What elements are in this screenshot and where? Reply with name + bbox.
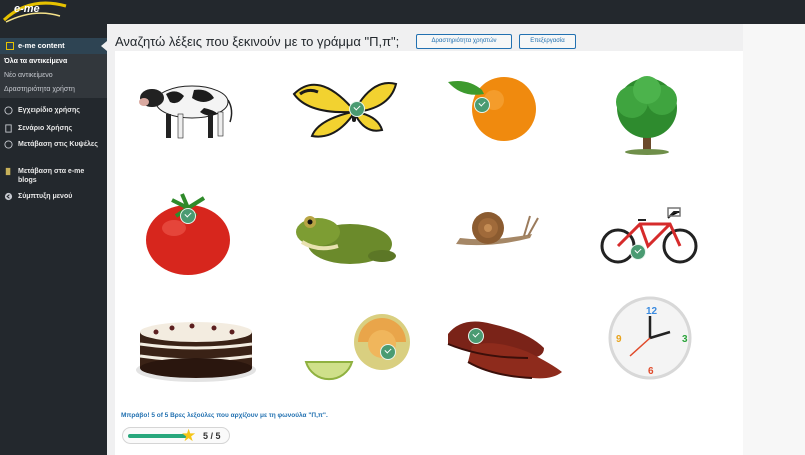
tomato-image [146,193,230,275]
image-card-melon[interactable] [278,292,425,392]
document-icon [5,124,12,133]
cow-image [139,85,233,139]
sidebar-item-manual[interactable]: Εγχειρίδιο χρήσης [0,106,107,118]
selected-check-icon [380,344,396,360]
score-progress-bar [128,434,188,438]
star-icon: ★ [181,426,197,445]
sidebar-item-scenario[interactable]: Σενάριο Χρήσης [0,124,107,136]
image-card-cow[interactable] [122,64,269,164]
image-card-butterfly[interactable] [278,64,425,164]
sidebar-item-hives[interactable]: Μετάβαση στις Κυψέλες [0,140,107,162]
svg-text:6: 6 [648,366,654,377]
image-card-tree[interactable] [588,64,735,164]
image-card-shoes[interactable] [432,292,579,392]
hive-icon [4,140,13,149]
sidebar-item-label: e-me content [18,41,65,50]
clock-image: 12 3 6 9 [608,296,692,380]
score-progress-fill [128,434,188,438]
user-activity-button[interactable]: Δραστηριότητα χρηστών [416,34,512,49]
collapse-icon [4,192,13,201]
melon-image [304,314,410,381]
sidebar-item-blogs[interactable]: Μετάβαση στα e-me blogs [0,167,107,189]
blog-icon [5,167,11,176]
current-menu-arrow-icon [101,41,107,51]
admin-sidebar: e-me content Όλα τα αντικείμενα Νέο αντι… [0,24,107,455]
orange-image [448,77,536,141]
selected-check-icon [474,97,490,113]
selected-check-icon [180,208,196,224]
image-card-cake[interactable] [122,292,269,392]
bicycle-image [600,207,698,264]
shoes-image [447,321,562,379]
logo-label: e-me [14,3,40,15]
sidebar-item-e-me-content[interactable]: e-me content [0,38,107,54]
feedback-message: Μπράβο! 5 of 5 Βρες λεξούλες που αρχίζου… [121,412,328,419]
sidebar-item-label: Μετάβαση στα e-me blogs [18,168,85,184]
content-icon [6,42,14,50]
sidebar-collapse-menu[interactable]: Σύμπτυξη μενού [0,192,107,204]
svg-text:9: 9 [616,334,622,345]
edit-button[interactable]: Επεξεργασία [519,34,576,49]
e-me-logo[interactable]: e-me [0,0,72,24]
selected-check-icon [349,101,365,117]
selected-check-icon [630,244,646,260]
svg-text:3: 3 [682,334,688,345]
admin-top-bar: e-me [0,0,805,24]
image-card-clock[interactable]: 12 3 6 9 [588,292,735,392]
snail-image [456,212,539,246]
sidebar-item-label: Σύμπτυξη μενού [18,193,73,200]
sidebar-item-label: Μετάβαση στις Κυψέλες [18,141,98,148]
tree-image [616,76,677,155]
sidebar-item-label: Εγχειρίδιο χρήσης [18,107,80,114]
cake-image [136,322,256,382]
image-card-frog[interactable] [278,182,425,282]
score-indicator: ★ 5 / 5 [122,427,230,444]
image-card-bicycle[interactable] [588,182,735,282]
submenu-user-activity[interactable]: Δραστηριότητα χρήστη [4,86,75,93]
submenu-all-objects[interactable]: Όλα τα αντικείμενα [4,58,67,65]
selected-check-icon [468,328,484,344]
help-circle-icon [4,106,13,115]
sidebar-submenu: Όλα τα αντικείμενα Νέο αντικείμενο Δραστ… [0,54,107,98]
right-panel [743,24,805,455]
image-card-snail[interactable] [432,182,579,282]
image-card-orange[interactable] [432,64,579,164]
score-text: 5 / 5 [203,431,221,441]
page-title: Αναζητώ λέξεις που ξεκινούν με το γράμμα… [115,34,400,49]
svg-text:12: 12 [646,306,658,317]
submenu-new-object[interactable]: Νέο αντικείμενο [4,72,53,79]
sidebar-item-label: Σενάριο Χρήσης [18,125,73,132]
frog-image [296,216,396,264]
image-card-tomato[interactable] [122,182,269,282]
